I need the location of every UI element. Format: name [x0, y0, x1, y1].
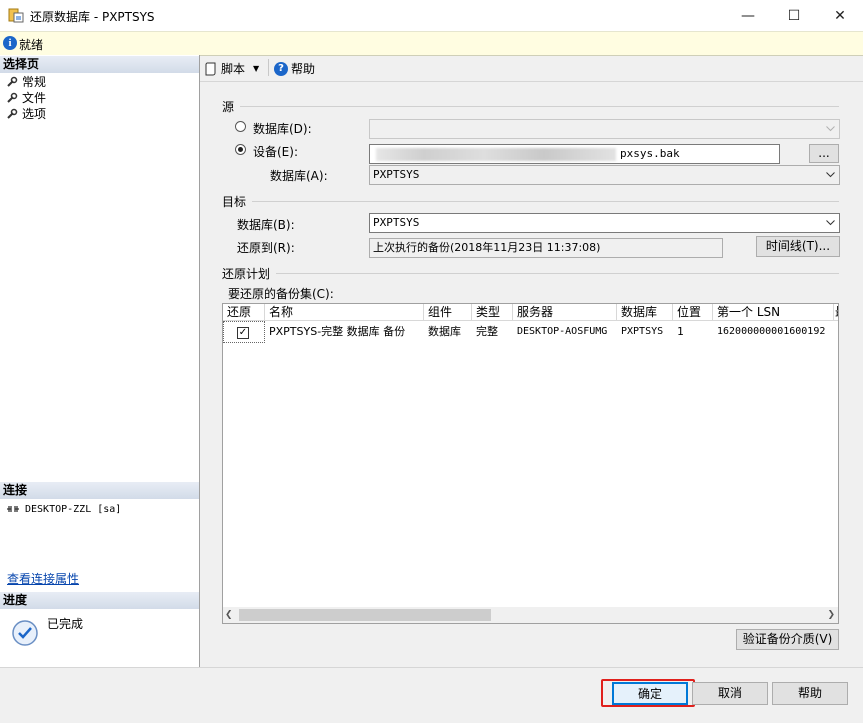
- column-header[interactable]: 类型: [472, 304, 513, 321]
- horizontal-scrollbar[interactable]: ❮ ❯: [223, 607, 838, 623]
- toolbar: 脚本 ▼ ? 帮助: [200, 55, 863, 81]
- device-database-combo[interactable]: PXPTSYS: [369, 165, 840, 185]
- chevron-down-icon: ▼: [253, 64, 260, 73]
- backup-sets-label: 要还原的备份集(C):: [228, 287, 334, 301]
- chevron-down-icon: [824, 214, 836, 232]
- cell-database: PXPTSYS: [621, 326, 664, 337]
- timeline-button[interactable]: 时间线(T)...: [756, 236, 840, 257]
- column-header[interactable]: 最: [834, 304, 838, 321]
- help-toolbar-button[interactable]: ? 帮助: [274, 60, 315, 77]
- cancel-button[interactable]: 取消: [692, 682, 768, 705]
- column-header[interactable]: 组件: [424, 304, 472, 321]
- column-header[interactable]: 还原: [223, 304, 265, 321]
- scrollbar-thumb[interactable]: [239, 609, 491, 621]
- destination-database-label: 数据库(B):: [237, 218, 295, 232]
- scroll-left-icon[interactable]: ❮: [225, 610, 233, 620]
- status-text: 就绪: [19, 38, 44, 52]
- connection-entry: DESKTOP-ZZL [sa]: [6, 503, 121, 515]
- toolbar-separator: [268, 59, 269, 76]
- restore-checkbox[interactable]: ✓: [237, 327, 249, 339]
- script-label: 脚本: [221, 62, 246, 76]
- source-group-label: 源: [222, 100, 235, 114]
- script-icon: [205, 62, 216, 75]
- wrench-icon: [7, 92, 18, 103]
- source-divider: [240, 106, 839, 107]
- verify-backup-button[interactable]: 验证备份介质(V): [736, 629, 839, 650]
- info-icon: i: [3, 36, 17, 50]
- maximize-icon: ☐: [787, 7, 801, 24]
- close-icon: ✕: [834, 7, 846, 24]
- restore-cell[interactable]: ✓: [223, 321, 265, 343]
- app-icon: [8, 7, 24, 23]
- database-radio[interactable]: [235, 121, 246, 132]
- nav-item-label: 常规: [22, 75, 47, 89]
- device-path-field[interactable]: pxsys.bak: [369, 144, 780, 164]
- help-toolbar-label: 帮助: [291, 62, 316, 76]
- device-database-label: 数据库(A):: [270, 169, 328, 183]
- cell-component: 数据库: [428, 325, 461, 338]
- restore-to-label: 还原到(R):: [237, 241, 295, 255]
- column-header[interactable]: 数据库: [617, 304, 673, 321]
- source-database-combo: [369, 119, 840, 139]
- column-header[interactable]: 位置: [673, 304, 713, 321]
- restore-plan-group-label: 还原计划: [222, 267, 271, 281]
- device-path-value: pxsys.bak: [620, 147, 680, 160]
- column-header[interactable]: 服务器: [513, 304, 617, 321]
- device-radio-label: 设备(E):: [253, 145, 298, 159]
- backup-sets-grid[interactable]: 还原 名称 组件 类型 服务器 数据库 位置 第一个 LSN 最 ✓ PXPTS…: [222, 303, 839, 624]
- minimize-icon: —: [741, 7, 755, 24]
- script-button[interactable]: 脚本 ▼: [204, 60, 259, 77]
- cell-position: 1: [677, 325, 684, 338]
- blurred-path: [376, 148, 616, 161]
- nav-item-label: 选项: [22, 107, 47, 121]
- column-header[interactable]: 第一个 LSN: [713, 304, 834, 321]
- status-bar: i 就绪: [0, 31, 863, 56]
- nav-item-label: 文件: [22, 91, 47, 105]
- cell-type: 完整: [476, 325, 498, 338]
- device-radio[interactable]: [235, 144, 246, 155]
- maximize-button[interactable]: ☐: [771, 0, 817, 31]
- column-header[interactable]: 名称: [265, 304, 424, 321]
- minimize-button[interactable]: —: [725, 0, 771, 31]
- wrench-icon: [7, 76, 18, 87]
- help-button[interactable]: 帮助: [772, 682, 848, 705]
- destination-database-combo[interactable]: PXPTSYS: [369, 213, 840, 233]
- destination-divider: [252, 201, 839, 202]
- nav-item-files[interactable]: 文件: [6, 90, 46, 105]
- scroll-right-icon[interactable]: ❯: [827, 610, 835, 620]
- select-page-header: 选择页: [0, 56, 199, 73]
- toolbar-divider: [200, 81, 863, 82]
- connection-value: DESKTOP-ZZL [sa]: [25, 503, 122, 515]
- nav-item-general[interactable]: 常规: [6, 74, 46, 89]
- title-bar: 还原数据库 - PXPTSYS — ☐ ✕: [0, 0, 863, 31]
- database-radio-label: 数据库(D):: [253, 122, 312, 136]
- view-connection-properties-link[interactable]: 查看连接属性: [7, 570, 79, 587]
- table-row[interactable]: ✓ PXPTSYS-完整 数据库 备份 数据库 完整 DESKTOP-AOSFU…: [223, 321, 838, 343]
- device-database-value: PXPTSYS: [373, 168, 420, 181]
- ok-button[interactable]: 确定: [612, 682, 688, 705]
- browse-button[interactable]: ...: [809, 144, 839, 163]
- check-complete-icon: [11, 619, 39, 650]
- cell-first-lsn: 162000000001600192: [717, 326, 826, 337]
- help-icon: ?: [274, 61, 288, 76]
- restore-to-field: 上次执行的备份(2018年11月23日 11:37:08): [369, 238, 723, 258]
- progress-header: 进度: [0, 592, 199, 609]
- connection-header: 连接: [0, 482, 199, 499]
- restore-plan-divider: [276, 273, 839, 274]
- close-button[interactable]: ✕: [817, 0, 863, 31]
- cell-server: DESKTOP-AOSFUMG: [517, 326, 608, 337]
- wrench-icon: [7, 108, 18, 119]
- restore-to-value: 上次执行的备份(2018年11月23日 11:37:08): [373, 241, 601, 254]
- chevron-down-icon: [824, 120, 836, 138]
- left-pane: 选择页 常规 文件 选项 连接 DESKTOP-ZZL [sa] 查看连接属性 …: [0, 55, 200, 667]
- cell-name: PXPTSYS-完整 数据库 备份: [269, 325, 406, 338]
- window-title: 还原数据库 - PXPTSYS: [30, 10, 155, 24]
- destination-database-value: PXPTSYS: [373, 216, 420, 229]
- nav-item-options[interactable]: 选项: [6, 106, 46, 121]
- progress-status: 已完成: [47, 617, 84, 631]
- chevron-down-icon: [824, 166, 836, 184]
- destination-group-label: 目标: [222, 195, 247, 209]
- connection-icon: [7, 506, 19, 512]
